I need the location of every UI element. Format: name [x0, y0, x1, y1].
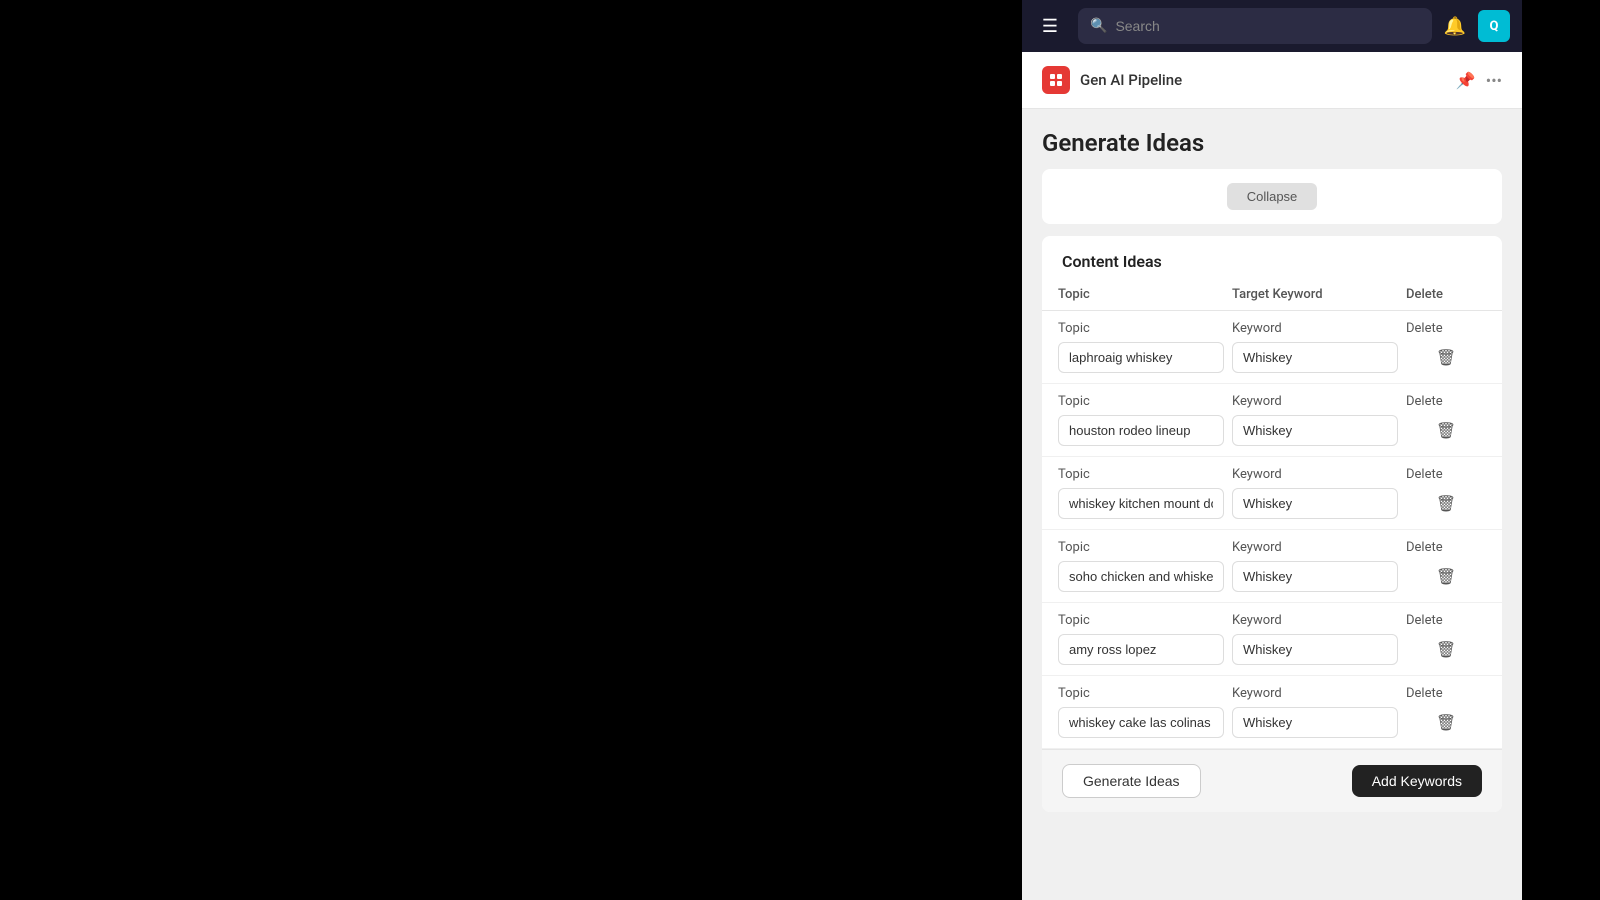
keyword-label-3: Keyword	[1232, 540, 1406, 555]
keyword-label-5: Keyword	[1232, 686, 1406, 701]
collapsed-section: Collapse	[1042, 169, 1502, 224]
delete-button-1[interactable]: 🗑	[1436, 421, 1456, 441]
delete-label-0: Delete	[1406, 321, 1486, 336]
col-keyword-header: Target Keyword	[1232, 287, 1406, 302]
generate-ideas-button[interactable]: Generate Ideas	[1062, 764, 1201, 798]
table-header: Topic Target Keyword Delete	[1042, 279, 1502, 311]
col-topic-header: Topic	[1058, 287, 1232, 302]
table-row: Topic Keyword Delete 🗑	[1042, 384, 1502, 457]
keyword-input-5[interactable]	[1232, 707, 1398, 738]
page-title: Generate Ideas	[1022, 109, 1522, 169]
more-icon[interactable]: •••	[1486, 71, 1502, 90]
add-keywords-button[interactable]: Add Keywords	[1352, 765, 1482, 797]
col-delete-header: Delete	[1406, 287, 1486, 302]
delete-label-4: Delete	[1406, 613, 1486, 628]
keyword-input-0[interactable]	[1232, 342, 1398, 373]
topic-input-5[interactable]	[1058, 707, 1224, 738]
topic-label-4: Topic	[1058, 613, 1232, 628]
app-title-row: Gen AI Pipeline	[1042, 66, 1182, 94]
collapsed-button[interactable]: Collapse	[1227, 183, 1318, 210]
delete-label-1: Delete	[1406, 394, 1486, 409]
bell-icon[interactable]: 🔔	[1444, 16, 1466, 37]
topic-input-4[interactable]	[1058, 634, 1224, 665]
delete-button-0[interactable]: 🗑	[1436, 348, 1456, 368]
keyword-label-4: Keyword	[1232, 613, 1406, 628]
delete-col-4: 🗑	[1406, 640, 1486, 660]
table-row: Topic Keyword Delete 🗑	[1042, 530, 1502, 603]
delete-button-5[interactable]: 🗑	[1436, 713, 1456, 733]
content-ideas-panel: Content Ideas Topic Target Keyword Delet…	[1042, 236, 1502, 812]
top-nav: ☰ 🔍 🔔 Q	[1022, 0, 1522, 52]
avatar: Q	[1478, 10, 1510, 42]
topic-label-0: Topic	[1058, 321, 1232, 336]
app-header: Gen AI Pipeline 📌 •••	[1022, 52, 1522, 109]
table-row: Topic Keyword Delete 🗑	[1042, 457, 1502, 530]
topic-label-2: Topic	[1058, 467, 1232, 482]
table-row: Topic Keyword Delete 🗑	[1042, 603, 1502, 676]
table-row: Topic Keyword Delete 🗑	[1042, 676, 1502, 749]
topic-input-0[interactable]	[1058, 342, 1224, 373]
footer-bar: Generate Ideas Add Keywords	[1042, 749, 1502, 812]
delete-col-5: 🗑	[1406, 713, 1486, 733]
delete-col-2: 🗑	[1406, 494, 1486, 514]
delete-button-4[interactable]: 🗑	[1436, 640, 1456, 660]
app-logo	[1042, 66, 1070, 94]
keyword-input-3[interactable]	[1232, 561, 1398, 592]
keyword-input-1[interactable]	[1232, 415, 1398, 446]
delete-col-1: 🗑	[1406, 421, 1486, 441]
content-ideas-title: Content Ideas	[1042, 236, 1502, 279]
table-row: Topic Keyword Delete 🗑	[1042, 311, 1502, 384]
topic-input-3[interactable]	[1058, 561, 1224, 592]
delete-label-5: Delete	[1406, 686, 1486, 701]
header-actions: 📌 •••	[1456, 71, 1502, 90]
topic-label-5: Topic	[1058, 686, 1232, 701]
pin-icon[interactable]: 📌	[1456, 71, 1476, 90]
delete-label-3: Delete	[1406, 540, 1486, 555]
topic-input-1[interactable]	[1058, 415, 1224, 446]
keyword-input-2[interactable]	[1232, 488, 1398, 519]
keyword-label-0: Keyword	[1232, 321, 1406, 336]
app-name: Gen AI Pipeline	[1080, 71, 1182, 89]
keyword-input-4[interactable]	[1232, 634, 1398, 665]
delete-col-0: 🗑	[1406, 348, 1486, 368]
table-body: Topic Keyword Delete 🗑 Topic Keyword Del…	[1042, 311, 1502, 749]
keyword-label-2: Keyword	[1232, 467, 1406, 482]
keyword-label-1: Keyword	[1232, 394, 1406, 409]
topic-label-1: Topic	[1058, 394, 1232, 409]
topic-label-3: Topic	[1058, 540, 1232, 555]
search-input[interactable]	[1115, 18, 1419, 34]
main-content: Gen AI Pipeline 📌 ••• Generate Ideas Col…	[1022, 52, 1522, 900]
topic-input-2[interactable]	[1058, 488, 1224, 519]
delete-col-3: 🗑	[1406, 567, 1486, 587]
delete-button-3[interactable]: 🗑	[1436, 567, 1456, 587]
delete-button-2[interactable]: 🗑	[1436, 494, 1456, 514]
menu-icon[interactable]: ☰	[1034, 16, 1066, 37]
delete-label-2: Delete	[1406, 467, 1486, 482]
search-icon: 🔍	[1090, 18, 1107, 34]
search-bar: 🔍	[1078, 8, 1432, 44]
